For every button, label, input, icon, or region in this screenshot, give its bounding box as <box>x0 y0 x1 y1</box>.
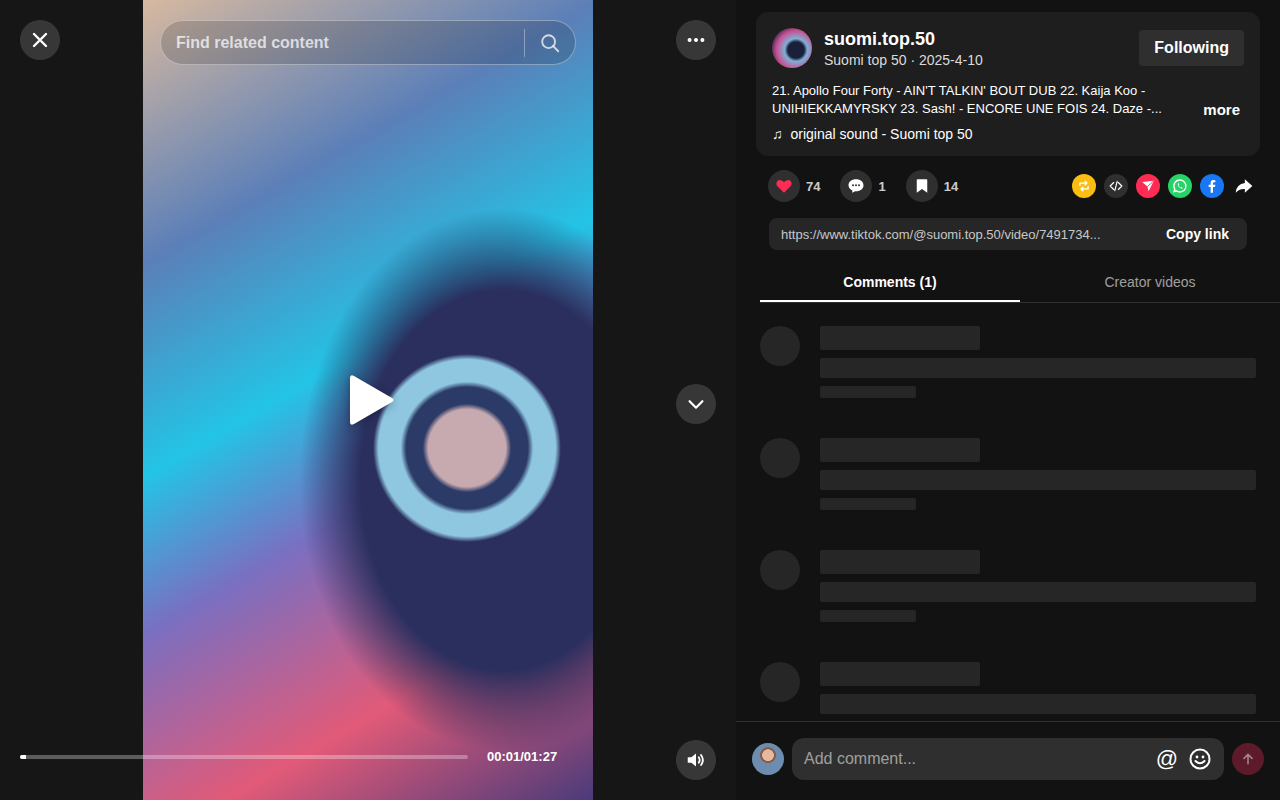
skeleton-bar <box>820 610 916 622</box>
comment-placeholder: Add comment... <box>804 750 1146 768</box>
info-card: suomi.top.50 Suomi top 50 · 2025-4-10 Fo… <box>756 12 1260 156</box>
save-count: 14 <box>944 179 958 194</box>
share-arrow-icon <box>1234 176 1254 196</box>
skeleton-avatar <box>760 438 800 478</box>
follow-button[interactable]: Following <box>1139 30 1244 66</box>
skeleton-bar <box>820 470 1256 490</box>
author-name[interactable]: suomi.top.50 <box>824 29 1127 50</box>
speaker-icon <box>685 749 707 771</box>
close-button[interactable] <box>20 20 60 60</box>
copy-link-button[interactable]: Copy link <box>1166 226 1229 242</box>
actions-row: 74 1 14 <box>736 156 1280 202</box>
arrow-up-icon <box>1240 751 1256 767</box>
author-text: suomi.top.50 Suomi top 50 · 2025-4-10 <box>824 29 1127 68</box>
share-button[interactable] <box>1232 174 1256 198</box>
post-comment-button[interactable] <box>1232 743 1264 775</box>
time-display: 00:01/01:27 <box>487 749 557 764</box>
sound-label: original sound - Suomi top 50 <box>791 126 973 142</box>
share-targets <box>1072 174 1256 198</box>
embed-button[interactable] <box>1104 174 1128 198</box>
like-count: 74 <box>806 179 820 194</box>
dots-icon <box>685 29 707 51</box>
progress-fill <box>20 755 26 759</box>
skeleton-avatar <box>760 326 800 366</box>
play-icon[interactable] <box>340 370 400 430</box>
facebook-icon <box>1204 178 1220 194</box>
search-placeholder: Find related content <box>176 34 524 52</box>
skeleton-bar <box>820 358 1256 378</box>
bookmark-icon <box>913 177 931 195</box>
skeleton-lines <box>820 326 1256 398</box>
like-button[interactable] <box>768 170 800 202</box>
comment-input[interactable]: Add comment... @ <box>792 738 1224 780</box>
stat-item: 14 <box>906 170 958 202</box>
skeleton-bar <box>820 550 980 574</box>
tab[interactable]: Creator videos <box>1020 262 1280 302</box>
skeleton-bar <box>820 438 980 462</box>
facebook-button[interactable] <box>1200 174 1224 198</box>
search-bar[interactable]: Find related content <box>160 20 576 65</box>
close-icon <box>30 30 50 50</box>
comment-icon <box>847 177 865 195</box>
comment-count: 1 <box>878 179 885 194</box>
skeleton-avatar <box>760 550 800 590</box>
next-video-button[interactable] <box>676 384 716 424</box>
sound-row[interactable]: ♫ original sound - Suomi top 50 <box>772 126 1244 142</box>
search-divider <box>524 29 525 57</box>
tabs: Comments (1)Creator videos <box>760 262 1280 303</box>
chevron-down-icon <box>685 393 707 415</box>
skeleton-lines <box>820 438 1256 510</box>
more-button[interactable]: more <box>1199 101 1244 118</box>
save-button[interactable] <box>906 170 938 202</box>
comment-skeleton <box>760 326 1256 398</box>
author-avatar[interactable] <box>772 28 812 68</box>
skeleton-bar <box>820 498 916 510</box>
progress-bar[interactable] <box>20 755 468 759</box>
comment-skeleton <box>760 438 1256 510</box>
progress-row: 00:01/01:27 <box>20 749 557 764</box>
author-row: suomi.top.50 Suomi top 50 · 2025-4-10 Fo… <box>772 28 1244 68</box>
repost-icon <box>1077 179 1091 193</box>
user-avatar[interactable] <box>752 743 784 775</box>
comment-composer: Add comment... @ <box>736 721 1280 800</box>
skeleton-bar <box>820 582 1256 602</box>
stats: 74 1 14 <box>768 170 958 202</box>
skeleton-bar <box>820 386 916 398</box>
video-viewer: Find related content 00:01/01:27 suomi.t… <box>0 0 1280 800</box>
whatsapp-button[interactable] <box>1168 174 1192 198</box>
link-box: https://www.tiktok.com/@suomi.top.50/vid… <box>769 218 1247 250</box>
repost-button[interactable] <box>1072 174 1096 198</box>
more-options-button[interactable] <box>676 20 716 60</box>
music-note-icon: ♫ <box>772 126 783 142</box>
comment-skeleton <box>760 550 1256 622</box>
send-button[interactable] <box>1136 174 1160 198</box>
skeleton-bar <box>820 694 1256 714</box>
send-icon <box>1141 179 1155 193</box>
embed-icon <box>1109 179 1123 193</box>
side-panel: suomi.top.50 Suomi top 50 · 2025-4-10 Fo… <box>736 0 1280 800</box>
description: 21. Apollo Four Forty - AIN'T TALKIN' BO… <box>772 82 1191 118</box>
comment-skeleton <box>760 662 1256 721</box>
tab[interactable]: Comments (1) <box>760 262 1020 302</box>
whatsapp-icon <box>1172 178 1188 194</box>
video-url[interactable]: https://www.tiktok.com/@suomi.top.50/vid… <box>781 227 1156 242</box>
video-frame[interactable] <box>143 0 593 800</box>
skeleton-bar <box>820 326 980 350</box>
comment-list <box>736 303 1280 721</box>
skeleton-lines <box>820 550 1256 622</box>
skeleton-bar <box>820 662 980 686</box>
heart-icon <box>775 177 793 195</box>
volume-button[interactable] <box>676 740 716 780</box>
emoji-icon[interactable] <box>1188 747 1212 771</box>
stat-item: 1 <box>840 170 885 202</box>
video-stage: Find related content 00:01/01:27 <box>0 0 736 800</box>
description-row: 21. Apollo Four Forty - AIN'T TALKIN' BO… <box>772 82 1244 118</box>
comment-button[interactable] <box>840 170 872 202</box>
skeleton-avatar <box>760 662 800 702</box>
mention-button[interactable]: @ <box>1156 746 1178 772</box>
search-icon[interactable] <box>539 32 561 54</box>
author-subtitle: Suomi top 50 · 2025-4-10 <box>824 52 1127 68</box>
skeleton-lines <box>820 662 1256 721</box>
stat-item: 74 <box>768 170 820 202</box>
